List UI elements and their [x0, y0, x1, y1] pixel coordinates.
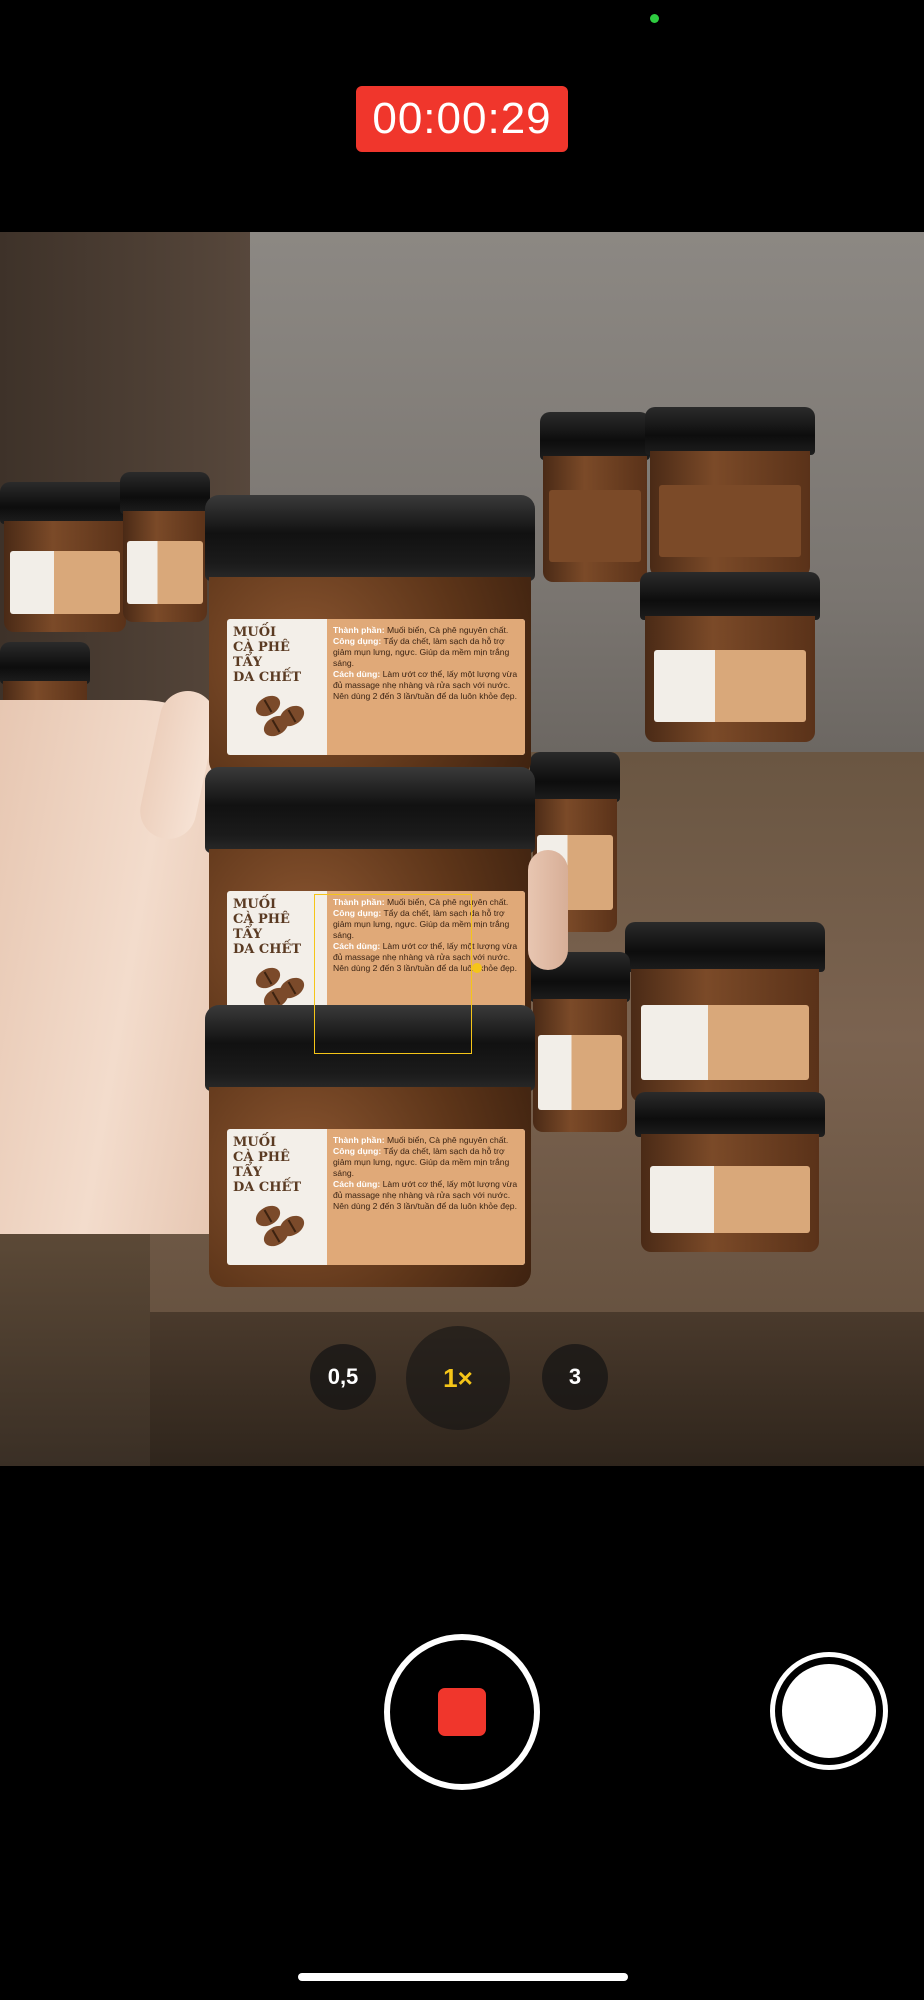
- product-title: MUỐI CÀ PHÊ TẨY DA CHẾT: [227, 619, 327, 755]
- product-label: MUỐI CÀ PHÊ TẨY DA CHẾT Thành phần: Muối…: [227, 1129, 525, 1265]
- coffee-beans-icon: [233, 961, 321, 1013]
- coffee-beans-icon: [233, 1199, 321, 1251]
- capture-photo-button[interactable]: [770, 1652, 888, 1770]
- product-label: MUỐI CÀ PHÊ TẨY DA CHẾT Thành phần: Muối…: [227, 619, 525, 755]
- product-info: Thành phần: Muối biển, Cà phê nguyên chấ…: [327, 1129, 525, 1265]
- background-jar: [625, 922, 825, 1102]
- jar-body: MUỐI CÀ PHÊ TẨY DA CHẾT Thành phần: Muối…: [209, 1087, 531, 1287]
- fingertips: [528, 850, 568, 970]
- stop-recording-icon: [438, 1688, 486, 1736]
- jar-lid: [205, 767, 535, 853]
- background-jar: [530, 952, 630, 1132]
- background-jar: [540, 412, 650, 582]
- zoom-selector[interactable]: 0,5 1× 3: [290, 1322, 634, 1430]
- background-jar: [640, 572, 820, 742]
- product-info: Thành phần: Muối biển, Cà phê nguyên chấ…: [327, 619, 525, 755]
- recording-timer: 00:00:29: [356, 86, 568, 152]
- home-indicator[interactable]: [298, 1973, 628, 1981]
- jar-lid: [205, 495, 535, 581]
- stop-recording-button[interactable]: [384, 1634, 540, 1790]
- background-jar: [645, 407, 815, 577]
- background-jar: [0, 482, 130, 632]
- scrub-jar: MUỐI CÀ PHÊ TẨY DA CHẾT Thành phần: Muối…: [205, 495, 535, 785]
- background-jar: [120, 472, 210, 622]
- jar-body: MUỐI CÀ PHÊ TẨY DA CHẾT Thành phần: Muối…: [209, 577, 531, 777]
- product-title: MUỐI CÀ PHÊ TẨY DA CHẾT: [227, 1129, 327, 1265]
- zoom-1x-button[interactable]: 1×: [406, 1326, 510, 1430]
- zoom-0.5x-button[interactable]: 0,5: [310, 1344, 376, 1410]
- background-jar: [635, 1092, 825, 1252]
- exposure-sun-icon[interactable]: [472, 963, 482, 973]
- camera-in-use-indicator: [650, 14, 659, 23]
- capture-photo-icon: [782, 1664, 876, 1758]
- zoom-3x-button[interactable]: 3: [542, 1344, 608, 1410]
- focus-square[interactable]: [314, 894, 482, 1054]
- coffee-beans-icon: [233, 689, 321, 741]
